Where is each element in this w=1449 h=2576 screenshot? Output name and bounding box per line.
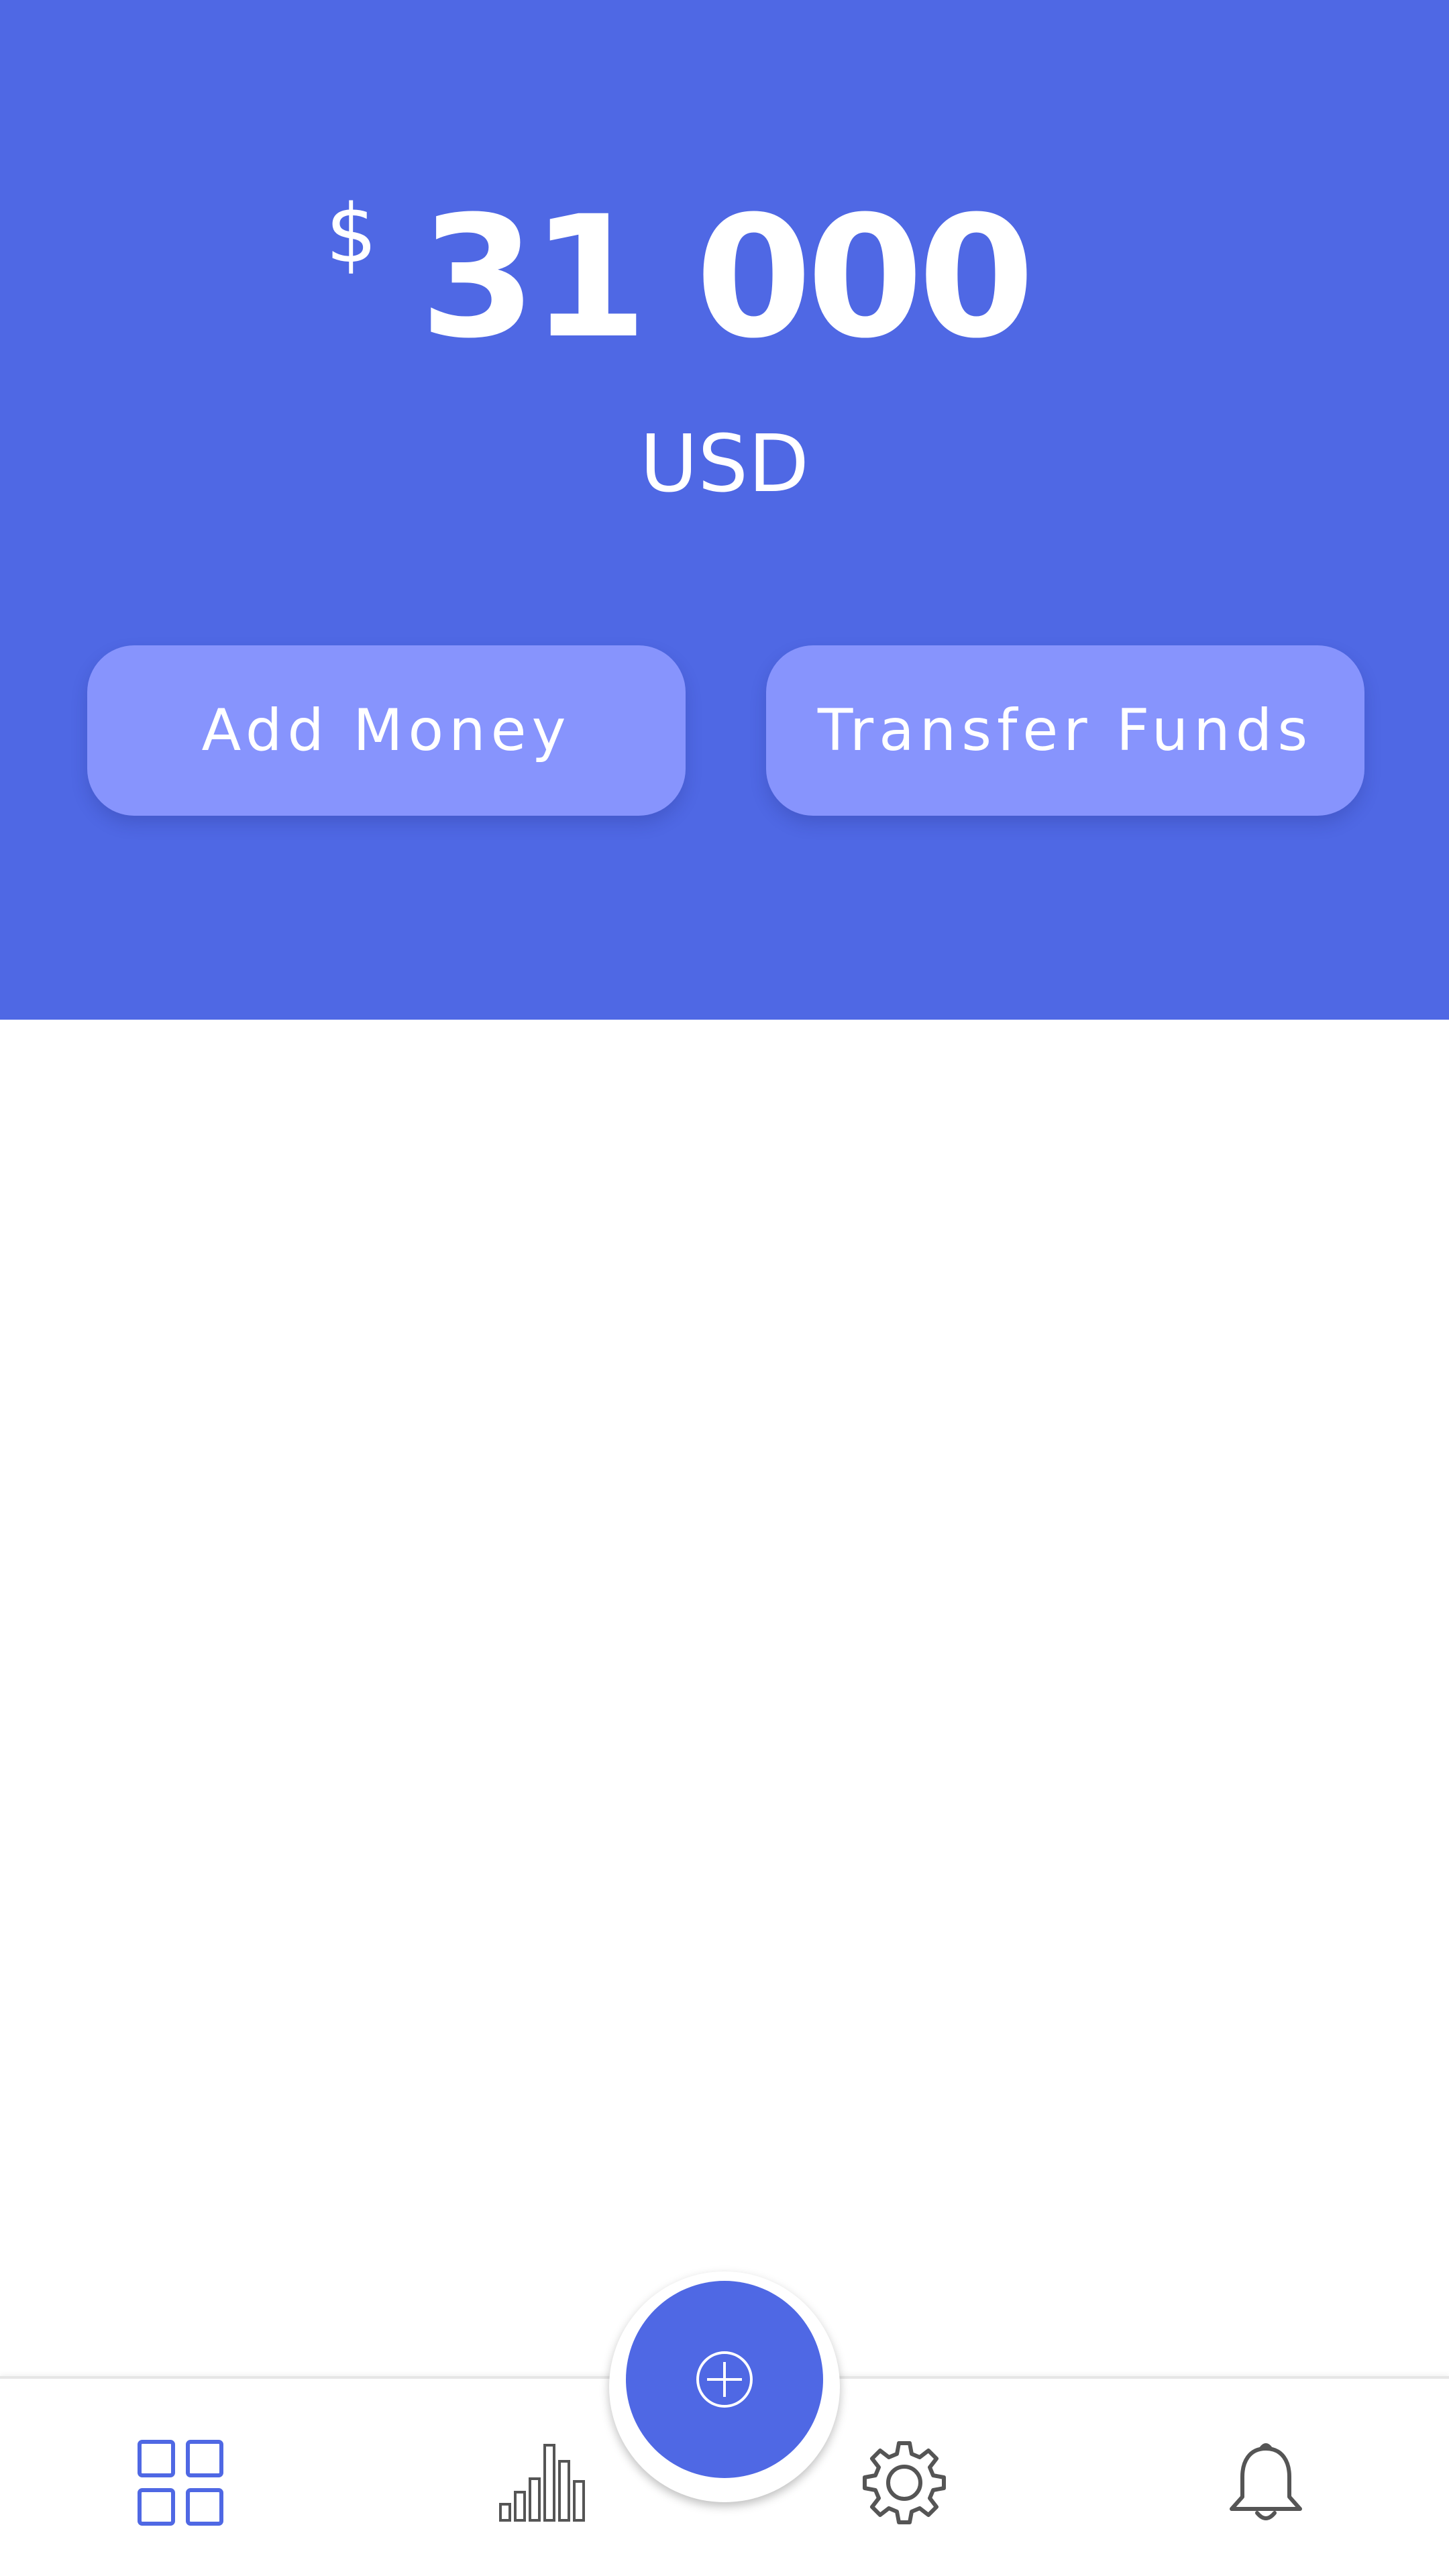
bar-chart-icon: [499, 2444, 585, 2522]
nav-statistics[interactable]: [492, 2432, 592, 2533]
add-circle-icon: [696, 2351, 753, 2408]
currency-code: USD: [639, 417, 810, 510]
bell-icon: [1230, 2443, 1302, 2520]
nav-dashboard[interactable]: [130, 2432, 231, 2533]
gear-icon: [863, 2441, 946, 2524]
transfer-funds-button[interactable]: Transfer Funds: [766, 645, 1364, 816]
balance-amount: 31 000: [419, 180, 1035, 375]
add-money-button[interactable]: Add Money: [87, 645, 686, 816]
balance-value: $ 31 000: [326, 180, 1035, 375]
currency-symbol: $: [325, 188, 377, 281]
nav-notifications[interactable]: [1216, 2432, 1316, 2533]
balance-display: $ 31 000: [0, 181, 1449, 382]
wallet-screen: $ 31 000 USD Add Money Transfer Funds: [0, 0, 1449, 2576]
nav-settings[interactable]: [854, 2432, 955, 2533]
balance-header: $ 31 000 USD Add Money Transfer Funds: [0, 0, 1449, 1020]
dashboard-grid-icon: [138, 2440, 223, 2526]
add-transaction-button[interactable]: [626, 2281, 823, 2478]
